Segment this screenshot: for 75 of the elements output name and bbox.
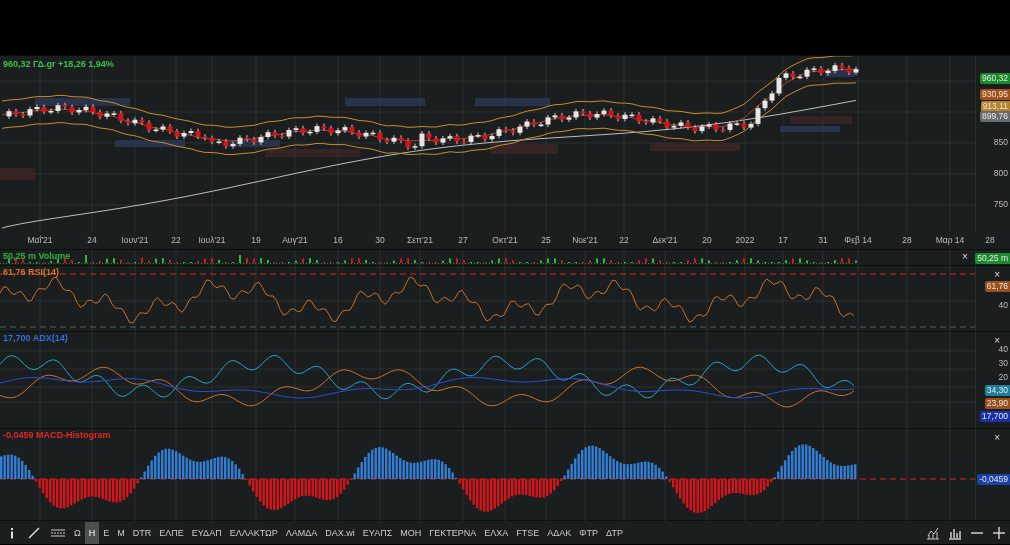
axis-label: 16 — [333, 236, 343, 245]
axis-label: 17 — [778, 236, 788, 245]
value-label: 61,76 — [984, 281, 1010, 292]
axis-label: 22 — [171, 236, 181, 245]
price-zone — [490, 144, 558, 154]
symbol-tab[interactable]: ΕΥΔΑΠ — [187, 521, 226, 544]
axis-label: Σεπ'21 — [407, 236, 433, 245]
symbol-tab[interactable]: DAX.wi — [321, 521, 359, 544]
axis-label: 24 — [87, 236, 97, 245]
axis-tick: 40 — [998, 301, 1008, 310]
indicator-legend: 61,76 RSI(14) — [3, 268, 60, 277]
axis-tick: 40 — [998, 345, 1008, 354]
chart-legend: 960,32 ΓΔ.gr +18,26 1,94% — [3, 60, 114, 69]
symbol-tab[interactable]: DTR — [128, 521, 156, 544]
axis-label: 2022 — [735, 236, 755, 245]
axis-tick: 20 — [998, 373, 1008, 382]
axis-label: Μαΐ'21 — [27, 236, 53, 245]
axis-label: 31 — [818, 236, 828, 245]
axis-label: Αυγ'21 — [282, 236, 308, 245]
symbol-tab[interactable]: ΕΛΧΑ — [480, 521, 513, 544]
axis-label: 22 — [619, 236, 629, 245]
close-button[interactable]: × — [994, 336, 1000, 346]
value-label: -0,0459 — [977, 474, 1010, 485]
indicator-legend: -0,0459 MACD-Histogram — [3, 431, 111, 440]
symbol-tab[interactable]: FTSE — [512, 521, 544, 544]
symbol-tab[interactable]: ΜΟΗ — [396, 521, 426, 544]
price-zone — [115, 140, 185, 147]
value-label: 17,700 — [980, 411, 1010, 422]
axis-tick: 850 — [993, 138, 1008, 147]
axis-tick: 800 — [993, 169, 1008, 178]
axis-label: Οκτ'21 — [492, 236, 518, 245]
close-button[interactable]: × — [994, 433, 1000, 443]
price-label: 930,95 — [980, 89, 1010, 100]
axis-label: 28 — [985, 236, 995, 245]
symbol-tab[interactable]: ΦΤΡ — [575, 521, 602, 544]
axis-label: 30 — [375, 236, 385, 245]
price-label: 899,76 — [980, 111, 1010, 122]
price-label: 960,32 — [980, 73, 1010, 84]
symbol-tab[interactable]: Μ — [113, 521, 129, 544]
close-button[interactable]: × — [994, 270, 1000, 280]
value-label: 23,90 — [984, 398, 1010, 409]
value-label: 50,25 m — [975, 253, 1010, 264]
axis-label: Φεβ 14 — [844, 236, 872, 245]
indicator-legend: 50,25 m Volume — [3, 252, 71, 261]
symbol-tab[interactable]: ΛΑΜΔΑ — [281, 521, 322, 544]
symbol-tab[interactable]: ΑΔΑΚ — [543, 521, 576, 544]
axis-label: Ιουν'21 — [121, 236, 149, 245]
axis-label: Μαρ 14 — [935, 236, 965, 245]
symbol-tab[interactable]: Ε — [99, 521, 114, 544]
symbol-tab[interactable]: Η — [84, 521, 100, 544]
symbol-tab[interactable]: ΕΛΛΑΚΤΩΡ — [225, 521, 282, 544]
axis-tick: 30 — [998, 359, 1008, 368]
price-zone — [780, 126, 840, 132]
close-button[interactable]: × — [962, 252, 968, 262]
axis-tick: 750 — [993, 200, 1008, 209]
axis-label: 19 — [251, 236, 261, 245]
price-zone — [0, 168, 35, 180]
symbol-tab[interactable]: ΕΛΠΕ — [155, 521, 188, 544]
price-label: 913,11 — [980, 101, 1010, 112]
chart-icon[interactable] — [925, 525, 941, 540]
value-label: 34,30 — [984, 385, 1010, 396]
axis-label: 28 — [902, 236, 912, 245]
symbol-tab[interactable]: ΓΕΚΤΕΡΝΑ — [425, 521, 481, 544]
axis-label: 20 — [702, 236, 712, 245]
price-zone — [790, 116, 852, 124]
axis-label: Δεκ'21 — [652, 236, 678, 245]
axis-label: 27 — [458, 236, 468, 245]
axis-label: Νοε'21 — [572, 236, 598, 245]
axis-label: 25 — [541, 236, 551, 245]
symbol-tab[interactable]: Ω — [70, 521, 85, 544]
indicator-legend: 17,700 ADX(14) — [3, 334, 68, 343]
zoom-in-icon[interactable] — [991, 525, 1007, 540]
symbol-tab[interactable]: ΔΤΡ — [601, 521, 627, 544]
symbol-tab[interactable]: ΕΥΑΠΣ — [358, 521, 397, 544]
axis-label: Ιουλ'21 — [198, 236, 226, 245]
